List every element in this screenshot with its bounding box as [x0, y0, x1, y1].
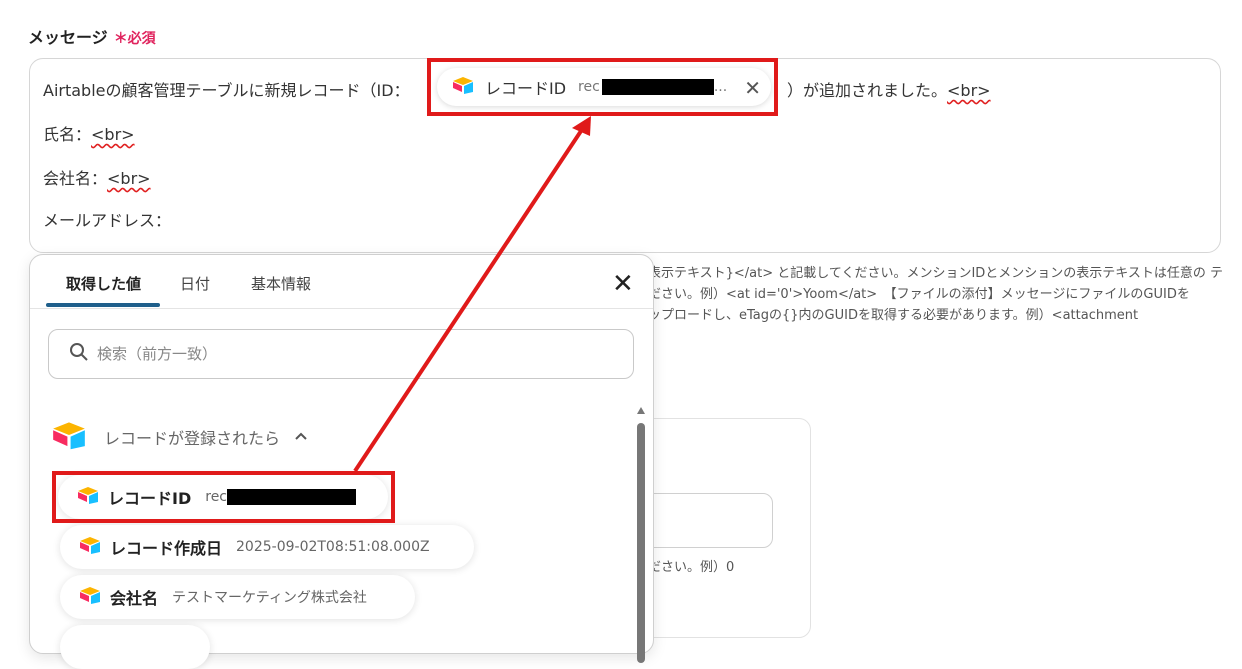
scroll-up-arrow[interactable]: [637, 407, 645, 414]
close-icon[interactable]: ✕: [612, 269, 634, 299]
help-text-line-2: ださい。例）<at id='0'>Yoom</at> 【ファイルの添付】メッセー…: [648, 287, 1190, 302]
field-label: メッセージ ＊必須: [28, 24, 156, 48]
br-tag: <br>: [107, 169, 151, 188]
variable-picker-panel: 取得した値 日付 基本情報 ✕ レコードが登録されたら: [29, 254, 654, 669]
search-field[interactable]: [48, 329, 634, 379]
list-item-company[interactable]: 会社名 テストマーケティング株式会社: [60, 575, 415, 619]
help-text-line-4: ださい。例）0: [648, 560, 735, 575]
airtable-logo-icon: [78, 585, 102, 609]
name-label: 氏名：: [43, 125, 92, 144]
help-text-line-3: ップロードし、eTagの{}内のGUIDを取得する必要があります。例）<atta…: [648, 308, 1139, 323]
airtable-logo-icon: [50, 419, 88, 455]
message-line-1-text: ）が追加されました。: [787, 81, 948, 100]
item-label: レコード作成日: [110, 539, 223, 558]
group-header[interactable]: レコードが登録されたら: [50, 419, 308, 455]
message-line-3: 会社名：<br>: [43, 165, 151, 189]
list-item-partial[interactable]: [60, 625, 210, 669]
message-line-1-prefix: Airtableの顧客管理テーブルに新規レコード（ID：: [43, 81, 410, 100]
chevron-up-icon[interactable]: [294, 429, 308, 445]
help-text-line-1: 表示テキスト}</at> と記載してください。メンションIDとメンションの表示テ…: [648, 266, 1224, 281]
tab-date[interactable]: 日付: [180, 273, 210, 294]
item-value: テストマーケティング株式会社: [172, 590, 367, 606]
br-tag: <br>: [947, 81, 991, 100]
scrollbar-thumb[interactable]: [637, 423, 645, 663]
tab-basic-info[interactable]: 基本情報: [251, 273, 311, 294]
required-badge: ＊必須: [113, 31, 156, 47]
search-input[interactable]: [97, 345, 577, 363]
br-tag: <br>: [91, 125, 135, 144]
field-label-text: メッセージ: [28, 28, 108, 47]
message-line-2: 氏名：<br>: [43, 121, 135, 145]
active-tab-indicator: [46, 303, 160, 307]
item-label: 会社名: [110, 589, 159, 608]
company-label: 会社名：: [43, 169, 108, 188]
search-icon: [69, 342, 89, 366]
message-line-4: メールアドレス：: [43, 207, 171, 231]
background-input[interactable]: [640, 493, 773, 548]
airtable-logo-icon: [78, 535, 102, 559]
message-line-1-suffix: ）が追加されました。<br>: [787, 77, 991, 101]
message-line-1: Airtableの顧客管理テーブルに新規レコード（ID：: [43, 77, 410, 101]
item-value: 2025-09-02T08:51:08.000Z: [236, 539, 430, 555]
list-item-record-created[interactable]: レコード作成日 2025-09-02T08:51:08.000Z: [60, 525, 474, 569]
highlight-box-chip: [427, 58, 778, 116]
tab-divider: [30, 308, 653, 309]
group-title: レコードが登録されたら: [104, 429, 281, 448]
email-label: メールアドレス：: [43, 211, 172, 230]
tab-fetched-values[interactable]: 取得した値: [66, 273, 141, 294]
highlight-box-item: [52, 471, 395, 523]
